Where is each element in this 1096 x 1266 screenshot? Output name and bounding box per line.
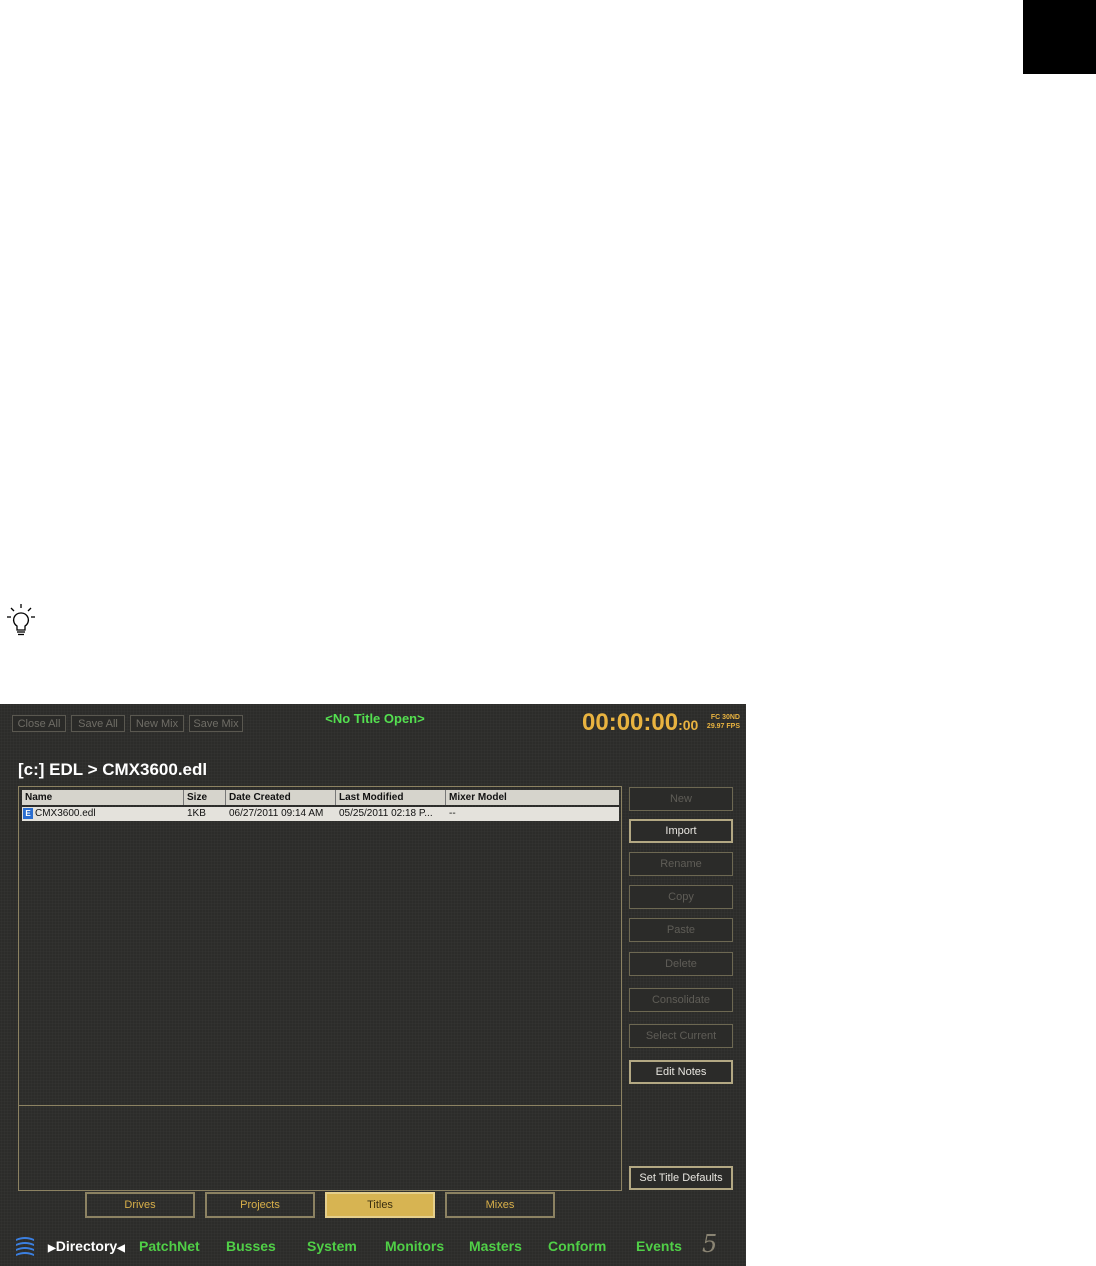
cell-date-created: 06/27/2011 09:14 AM [229,808,324,819]
nav-busses[interactable]: Busses [226,1238,276,1254]
fps-display: FC 30ND 29.97 FPS [704,713,740,731]
left-arrow-icon: ◀ [117,1243,125,1254]
set-title-defaults-button[interactable]: Set Title Defaults [629,1166,733,1190]
app-window: Close All Save All New Mix Save Mix <No … [0,704,746,1266]
new-mix-button[interactable]: New Mix [130,715,184,732]
copy-button[interactable]: Copy [629,885,733,909]
version-logo: 5 [702,1230,718,1258]
tab-drives[interactable]: Drives [85,1192,195,1218]
file-name: CMX3600.edl [35,808,96,819]
nav-conform[interactable]: Conform [548,1238,606,1254]
tab-titles[interactable]: Titles [325,1192,435,1218]
file-list[interactable]: Name Size Date Created Last Modified Mix… [18,786,622,1106]
table-row[interactable]: E CMX3600.edl 1KB 06/27/2011 09:14 AM 05/… [22,807,619,821]
nav-system[interactable]: System [307,1238,357,1254]
breadcrumb-path: [c:] EDL > CMX3600.edl [18,760,208,779]
nav-patchnet[interactable]: PatchNet [139,1238,200,1254]
paste-button[interactable]: Paste [629,918,733,942]
edl-file-icon: E [23,807,33,819]
nav-masters[interactable]: Masters [469,1238,522,1254]
rename-button[interactable]: Rename [629,852,733,876]
column-header-last-modified[interactable]: Last Modified [336,790,446,805]
select-current-button[interactable]: Select Current [629,1024,733,1048]
column-header-mixer-model[interactable]: Mixer Model [446,790,619,805]
cell-size: 1KB [187,808,206,819]
consolidate-button[interactable]: Consolidate [629,988,733,1012]
tab-mixes[interactable]: Mixes [445,1192,555,1218]
save-all-button[interactable]: Save All [71,715,125,732]
column-header-name[interactable]: Name [22,790,184,805]
fps-line-1: FC 30ND [710,714,740,721]
nav-directory[interactable]: ▶Directory◀ [48,1238,125,1254]
notes-panel[interactable] [18,1105,622,1191]
title-status: <No Title Open> [325,711,425,726]
right-arrow-icon: ▶ [48,1243,56,1254]
close-all-button[interactable]: Close All [12,715,66,732]
timecode-frames: :00 [678,717,699,733]
column-header-date-created[interactable]: Date Created [226,790,336,805]
cell-last-modified: 05/25/2011 02:18 P... [339,808,433,819]
fps-line-2: 29.97 FPS [706,723,740,730]
delete-button[interactable]: Delete [629,952,733,976]
new-button[interactable]: New [629,787,733,811]
save-mix-button[interactable]: Save Mix [189,715,243,732]
timecode-main: 00:00:00 [582,709,679,736]
column-header-size[interactable]: Size [184,790,226,805]
page-corner-block [1023,0,1096,74]
import-button[interactable]: Import [629,819,733,843]
nav-directory-label: Directory [55,1238,118,1254]
table-header: Name Size Date Created Last Modified Mix… [22,790,619,805]
lightbulb-icon [7,604,35,636]
edit-notes-button[interactable]: Edit Notes [629,1060,733,1084]
nav-events[interactable]: Events [636,1238,682,1254]
menu-layers-icon[interactable] [14,1234,36,1256]
timecode-display: 00:00:00:00 [582,709,698,737]
tab-projects[interactable]: Projects [205,1192,315,1218]
nav-monitors[interactable]: Monitors [385,1238,444,1254]
cell-mixer-model: -- [449,808,456,819]
cell-name: E CMX3600.edl [22,807,184,821]
